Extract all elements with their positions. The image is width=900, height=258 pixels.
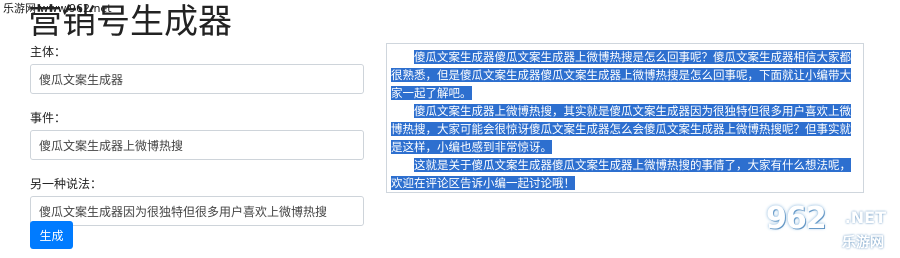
output-paragraph-text: 傻瓜文案生成器上微博热搜，其实就是傻瓜文案生成器因为很独特但很多用户喜欢上微博热… — [391, 104, 851, 154]
logo-net: .NET — [844, 208, 886, 227]
output-textarea[interactable]: 傻瓜文案生成器傻瓜文案生成器上微博热搜是怎么回事呢？傻瓜文案生成器相信大家都很熟… — [386, 43, 864, 193]
subject-input[interactable] — [30, 64, 364, 94]
output-paragraph-text: 傻瓜文案生成器傻瓜文案生成器上微博热搜是怎么回事呢？傻瓜文案生成器相信大家都很熟… — [391, 50, 851, 100]
output-paragraph: 傻瓜文案生成器傻瓜文案生成器上微博热搜是怎么回事呢？傻瓜文案生成器相信大家都很熟… — [391, 48, 853, 102]
subject-label: 主体： — [30, 45, 67, 59]
event-label: 事件： — [30, 111, 67, 125]
logo-subtitle: 乐游网 — [842, 235, 884, 251]
generator-form: 主体： 事件： 另一种说法： — [30, 44, 364, 242]
watermark-logo: 962 .NET 乐游网 — [762, 202, 888, 254]
alt-phrase-label: 另一种说法： — [30, 177, 103, 191]
output-paragraph: 这就是关于傻瓜文案生成器傻瓜文案生成器上微博热搜的事情了，大家有什么想法呢，欢迎… — [391, 156, 853, 192]
output-paragraph: 傻瓜文案生成器上微博热搜，其实就是傻瓜文案生成器因为很独特但很多用户喜欢上微博热… — [391, 102, 853, 156]
event-input[interactable] — [30, 130, 364, 160]
output-paragraph-text: 这就是关于傻瓜文案生成器傻瓜文案生成器上微博热搜的事情了，大家有什么想法呢，欢迎… — [391, 158, 851, 190]
generate-button[interactable]: 生成 — [30, 221, 73, 249]
page-title: 营销号生成器 — [28, 2, 232, 42]
alt-phrase-input[interactable] — [30, 196, 364, 226]
logo-number: 962 — [766, 201, 827, 236]
